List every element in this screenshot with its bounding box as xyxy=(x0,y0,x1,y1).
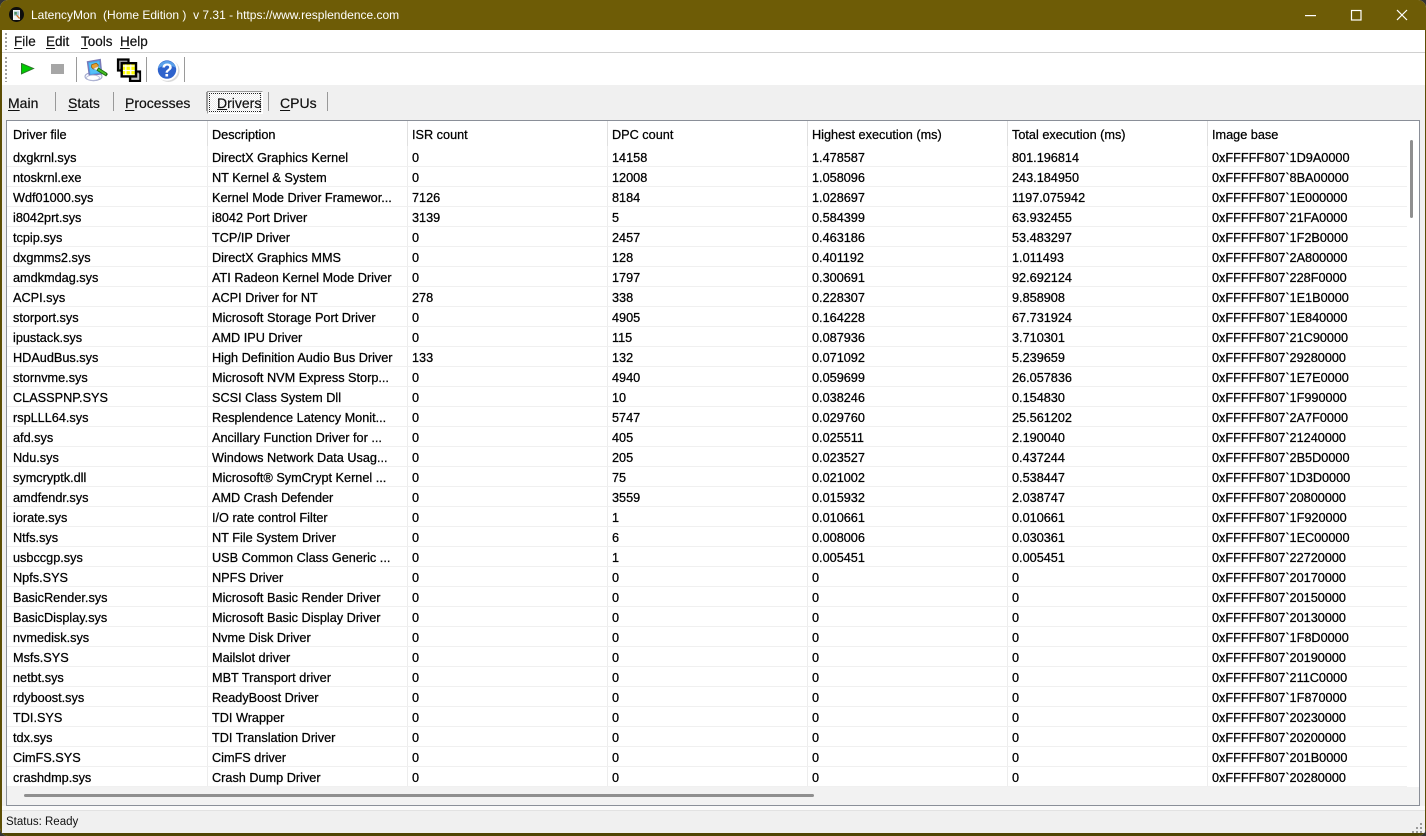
svg-text:?: ? xyxy=(162,59,173,80)
